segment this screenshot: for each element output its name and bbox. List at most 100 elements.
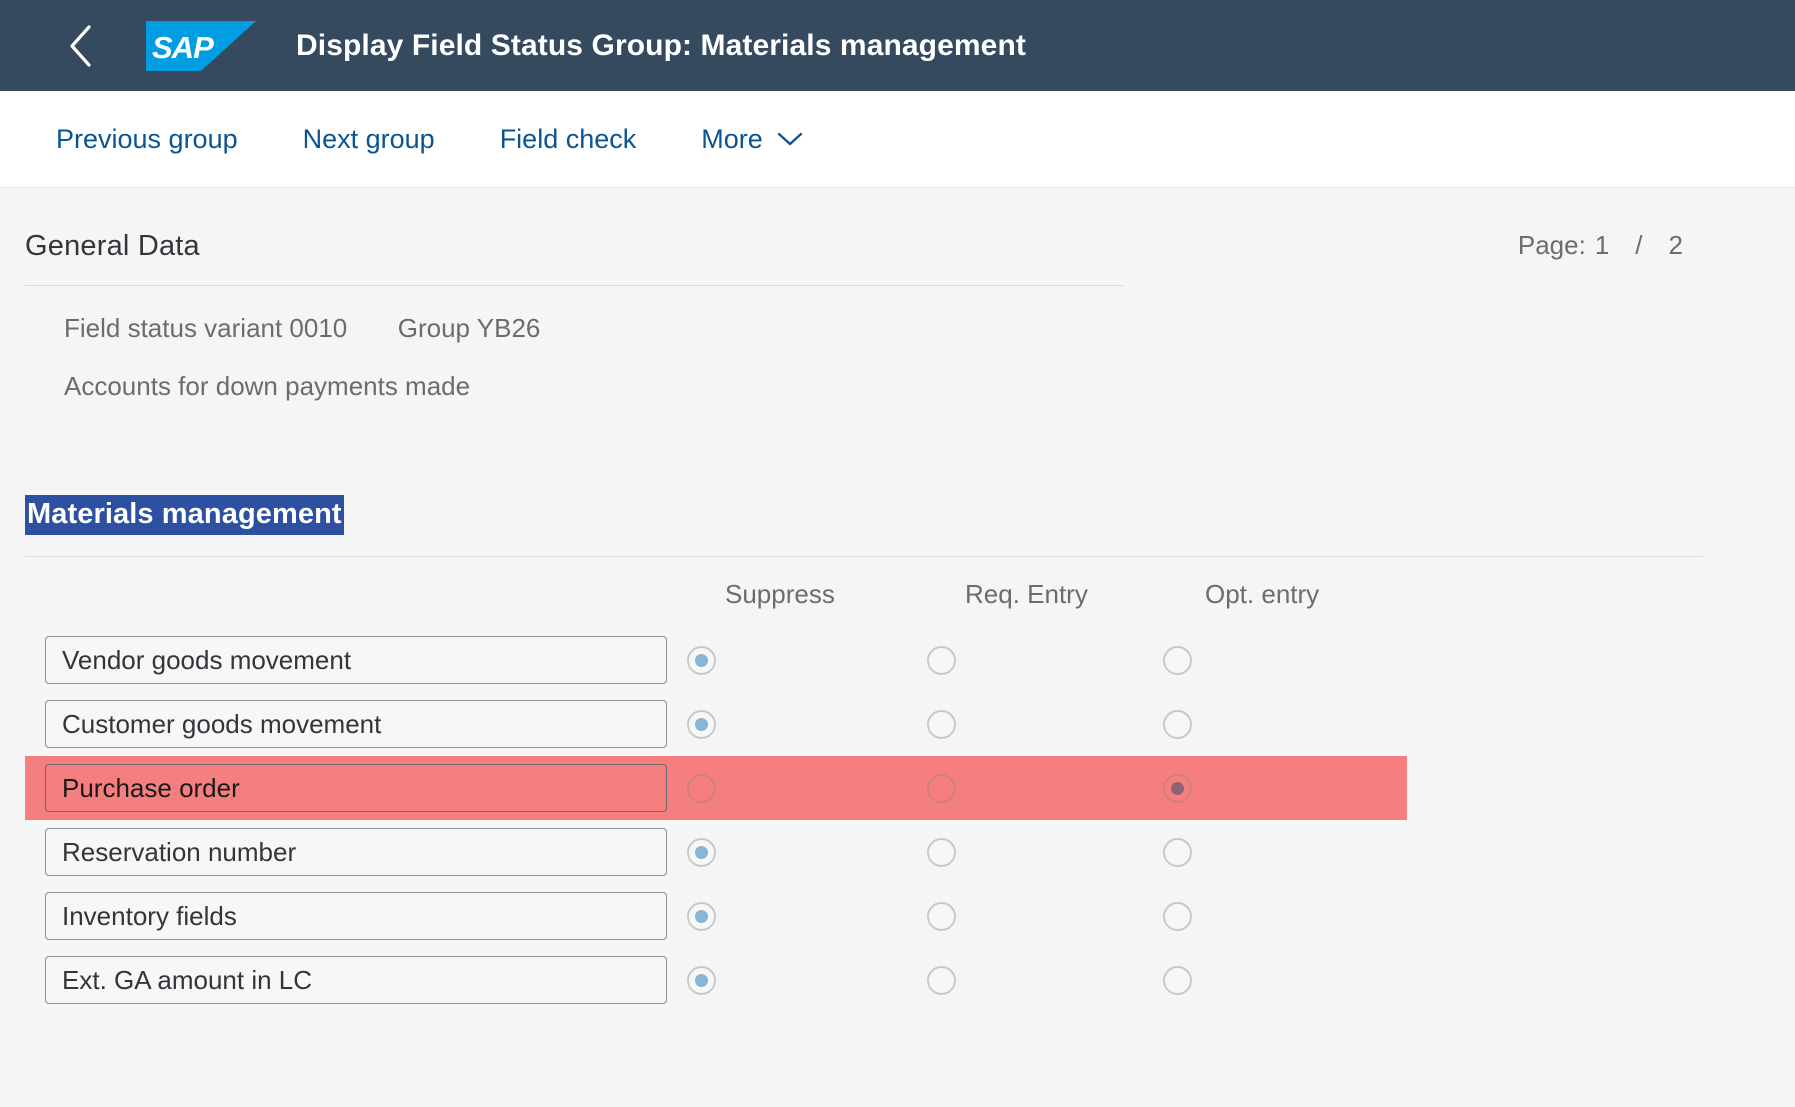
field-label-box[interactable]: Purchase order: [45, 764, 667, 813]
field-check-button[interactable]: Field check: [500, 124, 637, 155]
page-indicator-label: Page:: [1517, 230, 1586, 260]
radio-button[interactable]: [687, 901, 716, 931]
table-row: Reservation number: [0, 820, 1795, 884]
radio-dot: [695, 973, 708, 987]
field-label: Customer goods movement: [62, 708, 382, 739]
table-row: Vendor goods movement: [0, 628, 1795, 692]
radio-cell-req-entry: [907, 837, 1147, 867]
field-label-box[interactable]: Inventory fields: [45, 892, 667, 941]
next-group-button[interactable]: Next group: [303, 124, 435, 155]
general-data-header-row: General Data Page: 1 / 2: [0, 188, 1795, 263]
radio-dot: [1171, 846, 1184, 859]
shell-header-bar: SAP Display Field Status Group: Material…: [0, 0, 1795, 91]
radio-cell-req-entry: [907, 645, 1147, 675]
field-status-variant-line: Field status variant 0010 Group YB26: [0, 313, 1795, 344]
radio-button[interactable]: [687, 965, 716, 995]
materials-management-block: Materials management: [0, 495, 1795, 536]
general-data-title: General Data: [25, 230, 200, 262]
radio-button[interactable]: [1163, 773, 1192, 803]
radio-dot: [695, 717, 708, 731]
radio-button[interactable]: [687, 645, 716, 675]
field-label-box[interactable]: Vendor goods movement: [45, 636, 667, 685]
field-label: Vendor goods movement: [62, 644, 352, 675]
page-indicator: Page: 1 / 2: [1518, 230, 1739, 261]
radio-button[interactable]: [1163, 901, 1192, 931]
group-label: Group YB26: [397, 313, 541, 343]
radio-dot: [1171, 974, 1184, 987]
radio-cell-suppress: [667, 837, 907, 867]
field-status-variant-label: Field status variant 0010: [64, 313, 348, 343]
radio-button[interactable]: [1163, 645, 1192, 675]
radio-cell-req-entry: [907, 965, 1147, 995]
back-button[interactable]: [58, 23, 104, 69]
radio-button[interactable]: [927, 837, 956, 867]
radio-dot: [935, 974, 948, 987]
general-data-divider: [25, 285, 1123, 286]
radio-button[interactable]: [1163, 709, 1192, 739]
field-label-box[interactable]: Customer goods movement: [45, 700, 667, 749]
column-header-req-entry: Req. Entry: [965, 579, 1088, 610]
radio-cell-suppress: [667, 965, 907, 995]
more-menu-button[interactable]: More: [701, 124, 803, 155]
radio-cell-suppress: [667, 773, 907, 803]
radio-dot: [1171, 718, 1184, 731]
page-title: Display Field Status Group: Materials ma…: [296, 28, 1026, 62]
column-header-suppress: Suppress: [725, 579, 835, 610]
radio-dot: [935, 718, 948, 731]
matrix-header-spacer: [25, 579, 725, 610]
radio-dot: [695, 845, 708, 859]
radio-cell-req-entry: [907, 709, 1147, 739]
radio-button[interactable]: [927, 773, 956, 803]
field-label: Purchase order: [62, 772, 240, 803]
radio-dot: [1171, 910, 1184, 923]
page-indicator-current: 1: [1594, 230, 1610, 260]
page-indicator-total: 2: [1668, 230, 1683, 260]
radio-cell-opt-entry: [1147, 645, 1387, 675]
table-row: Ext. GA amount in LC: [0, 948, 1795, 1012]
svg-text:SAP: SAP: [152, 30, 214, 65]
radio-cell-opt-entry: [1147, 709, 1387, 739]
radio-cell-opt-entry: [1147, 965, 1387, 995]
page-content: General Data Page: 1 / 2 Field status va…: [0, 188, 1795, 1107]
field-label: Inventory fields: [62, 900, 237, 931]
field-label-box[interactable]: Ext. GA amount in LC: [45, 956, 667, 1005]
radio-cell-opt-entry: [1147, 901, 1387, 931]
radio-button[interactable]: [927, 709, 956, 739]
radio-dot: [695, 782, 708, 795]
field-label-box[interactable]: Reservation number: [45, 828, 667, 877]
radio-dot: [695, 909, 708, 923]
radio-button[interactable]: [687, 773, 716, 803]
materials-management-divider: [25, 556, 1703, 558]
radio-button[interactable]: [687, 837, 716, 867]
radio-cell-opt-entry: [1147, 837, 1387, 867]
previous-group-button[interactable]: Previous group: [56, 124, 238, 155]
materials-management-heading: Materials management: [25, 495, 344, 536]
radio-button[interactable]: [927, 965, 956, 995]
radio-cell-suppress: [667, 709, 907, 739]
radio-button[interactable]: [687, 709, 716, 739]
radio-dot: [695, 653, 708, 667]
radio-button[interactable]: [927, 901, 956, 931]
radio-cell-req-entry: [907, 773, 1147, 803]
next-group-label: Next group: [302, 123, 435, 154]
radio-button[interactable]: [1163, 965, 1192, 995]
radio-button[interactable]: [1163, 837, 1192, 867]
previous-group-label: Previous group: [56, 123, 238, 154]
more-label: More: [701, 123, 763, 154]
field-label: Ext. GA amount in LC: [62, 964, 313, 995]
matrix-column-headers: Suppress Req. Entry Opt. entry: [0, 579, 1795, 610]
column-header-opt-entry: Opt. entry: [1205, 579, 1320, 610]
radio-cell-suppress: [667, 645, 907, 675]
radio-dot: [1171, 654, 1184, 667]
page-indicator-separator: /: [1635, 230, 1643, 260]
field-status-matrix: Suppress Req. Entry Opt. entry Vendor go…: [0, 579, 1795, 1012]
table-row: Purchase order: [0, 756, 1795, 821]
radio-button[interactable]: [927, 645, 956, 675]
radio-cell-req-entry: [907, 901, 1147, 931]
radio-cell-opt-entry: [1147, 773, 1387, 803]
group-description: Accounts for down payments made: [64, 371, 471, 401]
action-toolbar: Previous group Next group Field check Mo…: [0, 91, 1795, 188]
chevron-left-icon: [68, 24, 94, 68]
radio-dot: [935, 910, 948, 923]
table-row: Inventory fields: [0, 884, 1795, 948]
